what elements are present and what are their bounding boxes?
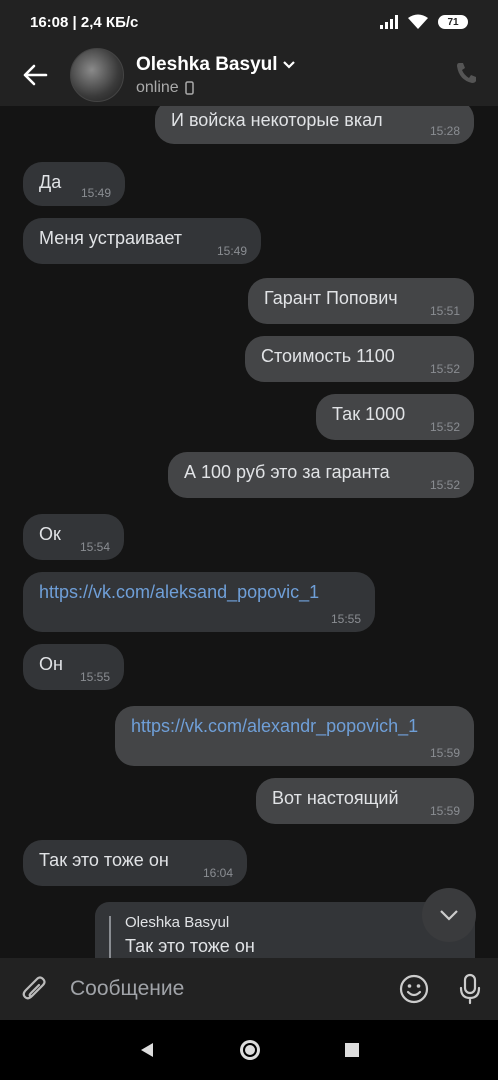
reply-preview[interactable]: Oleshka Basyul Так это тоже он <box>95 902 475 958</box>
message-list[interactable]: И войска некоторые вкал 15:28 Да 15:49 Мен… <box>0 106 498 958</box>
paperclip-icon <box>22 976 46 1000</box>
avatar[interactable] <box>70 48 124 102</box>
back-arrow-icon <box>23 64 48 86</box>
message-bubble[interactable]: Стоимость 1100 15:52 <box>245 336 474 382</box>
message-input[interactable]: Сообщение <box>70 977 386 1001</box>
nav-back-icon[interactable] <box>138 1041 156 1059</box>
online-status: online <box>136 79 296 97</box>
message-bubble[interactable]: Вот настоящий 15:59 <box>256 778 474 824</box>
signal-icon <box>380 15 398 29</box>
scroll-down-button[interactable] <box>422 888 476 942</box>
message-bubble[interactable]: Он 15:55 <box>23 644 124 690</box>
message-bubble[interactable]: Так 1000 15:52 <box>316 394 474 440</box>
voice-button[interactable] <box>442 973 498 1005</box>
message-composer: Сообщение <box>0 958 498 1020</box>
quote-bar <box>109 916 111 958</box>
smile-icon <box>399 974 429 1004</box>
reply-text: Так это тоже он <box>125 936 255 956</box>
nav-home-icon[interactable] <box>238 1038 262 1062</box>
message-bubble[interactable]: Так это тоже он 16:04 <box>23 840 247 886</box>
emoji-button[interactable] <box>386 974 442 1004</box>
attach-button[interactable] <box>0 974 70 1004</box>
message-bubble[interactable]: Гарант Попович 15:51 <box>248 278 474 324</box>
message-bubble[interactable]: И войска некоторые вкал 15:28 <box>155 106 474 144</box>
message-link[interactable]: https://vk.com/alexandr_popovich_1 <box>131 716 418 737</box>
back-button[interactable] <box>0 44 70 106</box>
mobile-icon <box>184 80 194 95</box>
chat-header: Oleshka Basyul online <box>0 44 498 106</box>
chevron-down-icon <box>282 60 295 69</box>
chevron-down-icon <box>440 910 458 921</box>
nav-recents-icon[interactable] <box>344 1042 360 1058</box>
wifi-icon <box>408 14 428 29</box>
battery-level: 71 <box>447 16 459 28</box>
status-icons: 71 <box>380 14 468 30</box>
system-nav-bar <box>0 1020 498 1080</box>
message-bubble[interactable]: Ок 15:54 <box>23 514 124 560</box>
message-link[interactable]: https://vk.com/aleksand_popovic_1 <box>39 582 319 603</box>
status-time: 16:08 | 2,4 КБ/с <box>30 13 139 31</box>
reply-author: Oleshka Basyul <box>125 914 230 931</box>
message-bubble[interactable]: https://vk.com/alexandr_popovich_1 15:59 <box>115 706 474 766</box>
status-bar: 16:08 | 2,4 КБ/с 71 <box>0 0 498 44</box>
message-bubble[interactable]: А 100 руб это за гаранта 15:52 <box>168 452 474 498</box>
battery-icon: 71 <box>438 15 468 29</box>
message-bubble[interactable]: Меня устраивает 15:49 <box>23 218 261 264</box>
message-bubble[interactable]: Да 15:49 <box>23 162 125 206</box>
contact-name: Oleshka Basyul <box>136 54 296 76</box>
microphone-icon <box>459 973 481 1005</box>
phone-icon[interactable] <box>454 60 480 86</box>
message-bubble[interactable]: https://vk.com/aleksand_popovic_1 15:55 <box>23 572 375 632</box>
chat-title-block[interactable]: Oleshka Basyul online <box>136 54 296 97</box>
